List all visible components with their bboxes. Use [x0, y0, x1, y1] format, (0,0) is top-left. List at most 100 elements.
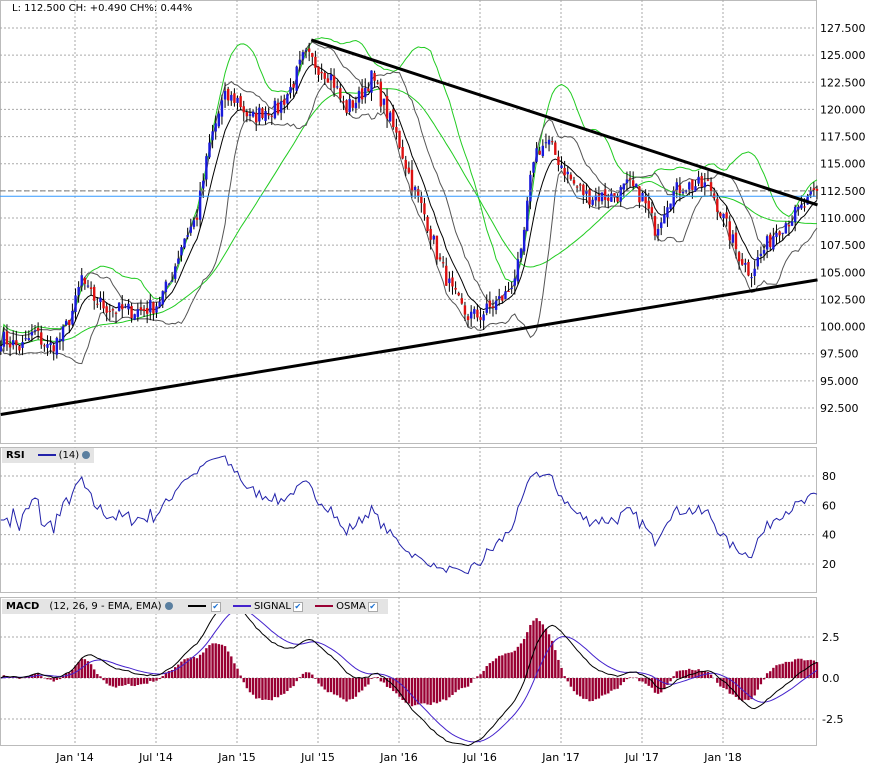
osma-bar [432, 678, 435, 703]
candle-body [809, 190, 812, 195]
candle-body [688, 182, 691, 190]
osma-bar [211, 643, 214, 678]
osma-bar [258, 678, 261, 699]
osma-bar [136, 678, 140, 685]
candle-body [728, 221, 731, 241]
candle-body [544, 142, 548, 144]
candle-body [700, 176, 703, 187]
candle-body [793, 206, 797, 222]
candle-body [625, 179, 629, 184]
osma-bar [762, 678, 766, 680]
osma-bar [217, 644, 221, 678]
candle-body [376, 82, 379, 84]
osma-bar [242, 678, 245, 683]
osma-bar [787, 661, 791, 678]
candle-body [360, 88, 364, 100]
macd-label: MACD [6, 601, 40, 612]
osma-bar [127, 678, 130, 684]
macd-tick-label: -2.5 [822, 713, 843, 726]
candle-body [569, 174, 573, 180]
candle-body [202, 180, 205, 189]
osma-bar [145, 678, 149, 684]
osma-bar [364, 678, 367, 687]
settings-globe-icon[interactable] [82, 451, 91, 459]
osma-bar [89, 664, 93, 678]
osma-bar [410, 678, 414, 707]
candle-body [136, 309, 140, 317]
candle-body [261, 108, 264, 119]
macd-checkbox[interactable]: ✔ [210, 602, 221, 612]
osma-bar [117, 678, 121, 686]
osma-bar [357, 678, 361, 693]
candle-body [329, 74, 333, 81]
osma-bar [625, 678, 629, 680]
candle-body [121, 304, 124, 310]
candle-body [778, 231, 781, 236]
osma-bar [311, 674, 314, 678]
osma-bar [485, 666, 488, 678]
chart-window: Jan '14 Jul '14 Jan '15 Jul '15 Jan '16 Jul '… [0, 0, 876, 771]
signal-checkbox[interactable]: ✔ [292, 602, 303, 612]
rsi-legend: RSI (14) [2, 448, 95, 463]
candle-body [74, 295, 77, 312]
osma-checkbox[interactable]: ✔ [367, 602, 378, 612]
macd-tick-label: 2.5 [822, 631, 840, 644]
candle-body [273, 100, 277, 119]
osma-bar [554, 650, 557, 678]
candle-body [482, 314, 485, 321]
candle-body [174, 266, 177, 279]
candle-body [289, 86, 292, 93]
candle-body [5, 331, 9, 345]
osma-bar [40, 676, 43, 678]
osma-bar [248, 678, 252, 693]
osma-bar [469, 678, 473, 683]
osma-bar [501, 655, 504, 678]
osma-bar [93, 669, 96, 678]
candle-body [441, 262, 445, 264]
candle-body [445, 265, 448, 286]
candle-body [298, 59, 302, 65]
candle-body [40, 332, 43, 345]
candle-body [192, 220, 196, 227]
candle-body [697, 176, 700, 184]
candle-body [610, 193, 613, 202]
osma-bar [161, 676, 164, 678]
candle-body [787, 225, 791, 227]
chart-canvas[interactable]: Jan '14 Jul '14 Jan '15 Jul '15 Jan '16 Jul '… [0, 0, 876, 771]
osma-bar [332, 678, 336, 695]
candle-body [712, 193, 716, 199]
candle-body [563, 168, 566, 176]
osma-bar [522, 638, 526, 678]
osma-bar [445, 678, 448, 701]
osma-bar [716, 678, 719, 683]
candle-body [89, 287, 93, 289]
osma-bar [208, 645, 211, 678]
candle-body [550, 141, 554, 143]
candle-body [345, 100, 348, 113]
candle-body [703, 182, 707, 188]
osma-bar [329, 678, 333, 693]
macd-swatch [187, 605, 206, 607]
osma-bar [675, 671, 678, 678]
candle-body [451, 277, 454, 287]
candle-body [339, 88, 342, 99]
candle-body [354, 102, 358, 109]
candle-body [790, 221, 794, 226]
candle-body [102, 300, 105, 309]
candle-body [58, 339, 62, 342]
osma-bar [516, 646, 520, 678]
osma-bar [600, 678, 604, 696]
candle-body [180, 247, 183, 256]
osma-bar [790, 661, 794, 678]
osma-bar [529, 624, 532, 678]
candle-body [130, 306, 133, 318]
osma-bar [607, 678, 610, 694]
osma-bar [460, 678, 464, 689]
osma-bar [314, 678, 317, 679]
price-tick-label: 117.500 [820, 131, 866, 144]
osma-bar [96, 674, 99, 678]
candle-body [198, 190, 202, 220]
osma-bar [279, 678, 283, 695]
settings-globe-icon[interactable] [164, 602, 173, 610]
osma-bar [582, 678, 585, 699]
